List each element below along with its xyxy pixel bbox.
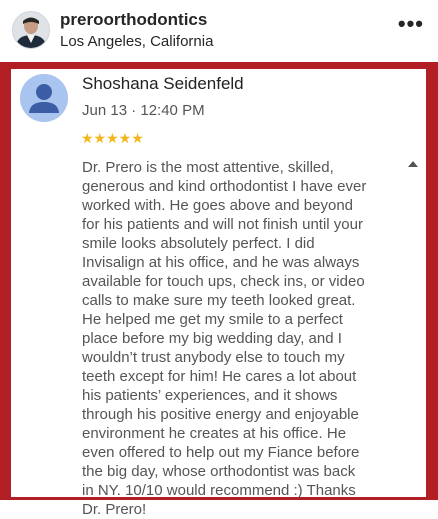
star-rating: ★★★★★	[81, 130, 144, 146]
post-location[interactable]: Los Angeles, California	[60, 33, 213, 50]
profile-avatar[interactable]	[12, 11, 50, 49]
review-image-frame: Shoshana Seidenfeld Jun 13 · 12:40 PM ★★…	[0, 62, 438, 518]
more-horizontal-icon[interactable]: •••	[398, 13, 424, 35]
reviewer-name: Shoshana Seidenfeld	[82, 74, 244, 93]
reviewer-avatar	[20, 74, 68, 122]
default-user-icon	[20, 74, 68, 122]
person-photo-icon	[13, 12, 49, 48]
collapse-arrow-icon[interactable]	[408, 161, 418, 167]
review-date: Jun 13 · 12:40 PM	[82, 102, 205, 119]
review-card: Shoshana Seidenfeld Jun 13 · 12:40 PM ★★…	[11, 69, 426, 518]
review-text: Dr. Prero is the most attentive, skilled…	[82, 159, 367, 518]
account-username[interactable]: preroorthodontics	[60, 10, 207, 30]
post-header: preroorthodontics Los Angeles, Californi…	[0, 0, 438, 62]
